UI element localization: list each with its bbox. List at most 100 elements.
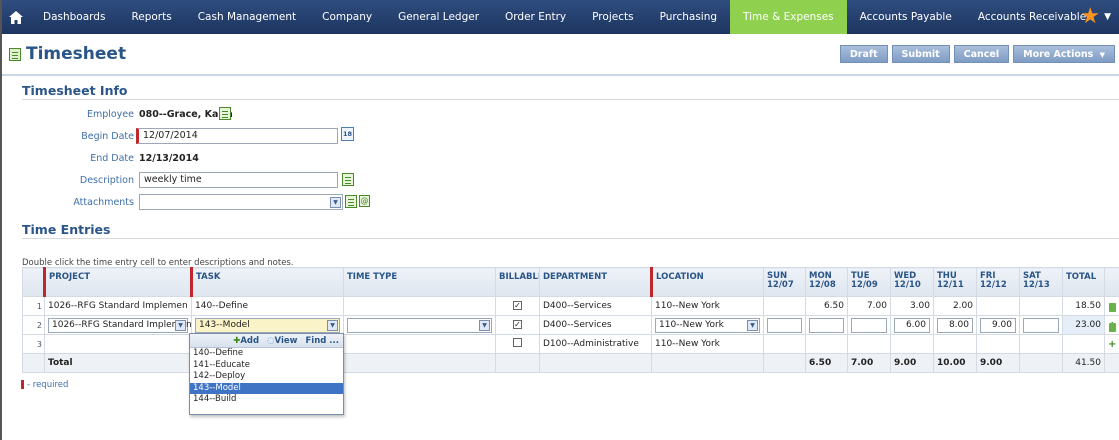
- trash-icon[interactable]: [1109, 303, 1116, 312]
- chevron-down-icon[interactable]: ▼: [479, 319, 490, 331]
- billable-header[interactable]: BILLABLE: [495, 267, 540, 297]
- location-cell[interactable]: 110--New York: [651, 334, 764, 354]
- dropdown-view-button[interactable]: ◌View: [267, 334, 297, 347]
- add-row-icon[interactable]: +: [1108, 339, 1116, 350]
- nav-reports[interactable]: Reports: [118, 0, 184, 34]
- department-cell[interactable]: D100--Administrative: [539, 334, 652, 354]
- task-cell[interactable]: 140--Define: [191, 296, 344, 316]
- hours-input[interactable]: 8.00: [937, 317, 973, 333]
- nav-dashboards[interactable]: Dashboards: [30, 0, 118, 34]
- hours-cell[interactable]: 8.00: [933, 315, 977, 335]
- billable-checkbox[interactable]: ✓: [513, 320, 522, 329]
- time-type-cell[interactable]: [343, 296, 496, 316]
- attachments-select[interactable]: [139, 194, 343, 210]
- billable-checkbox[interactable]: ✓: [513, 301, 522, 310]
- home-button[interactable]: [2, 0, 30, 34]
- time-type-select[interactable]: ▼: [347, 317, 492, 333]
- department-cell[interactable]: D400--Services: [539, 315, 652, 335]
- submit-button[interactable]: Submit: [891, 45, 950, 63]
- hours-cell[interactable]: [1019, 296, 1063, 316]
- more-actions-button[interactable]: More Actions ▼: [1013, 45, 1115, 63]
- project-header[interactable]: PROJECT: [43, 267, 192, 297]
- hours-input[interactable]: 6.00: [894, 317, 930, 333]
- day-header-thu[interactable]: THU 12/11: [933, 267, 977, 297]
- hours-cell[interactable]: 2.00: [933, 296, 977, 316]
- time-type-cell[interactable]: [343, 334, 496, 354]
- hours-cell[interactable]: [805, 334, 848, 354]
- day-header-sun[interactable]: SUN 12/07: [763, 267, 806, 297]
- add-attachment-icon[interactable]: @: [359, 195, 370, 207]
- billable-cell[interactable]: [495, 334, 540, 354]
- department-header[interactable]: DEPARTMENT: [539, 267, 652, 297]
- billable-cell[interactable]: ✓: [495, 296, 540, 316]
- location-header[interactable]: LOCATION: [650, 267, 764, 297]
- hours-cell[interactable]: [976, 334, 1020, 354]
- hours-cell[interactable]: 7.00: [847, 296, 891, 316]
- dropdown-find-button[interactable]: Find ...: [305, 334, 339, 347]
- dropdown-option[interactable]: 140--Define: [190, 348, 343, 360]
- hours-input[interactable]: [809, 317, 844, 333]
- day-header-mon[interactable]: MON 12/08: [805, 267, 848, 297]
- dropdown-option[interactable]: 141--Educate: [190, 360, 343, 372]
- department-cell[interactable]: D400--Services: [539, 296, 652, 316]
- begin-date-input[interactable]: 12/07/2014: [136, 128, 338, 144]
- task-select[interactable]: 143--Model ▼: [195, 317, 340, 333]
- chevron-down-icon[interactable]: ▼: [327, 319, 338, 331]
- chevron-down-icon[interactable]: ▼: [747, 319, 758, 331]
- hours-cell[interactable]: [763, 315, 806, 335]
- nav-accounts-receivable[interactable]: Accounts Receivable: [965, 0, 1099, 34]
- hours-input[interactable]: [1023, 317, 1059, 333]
- billable-cell[interactable]: ✓: [495, 315, 540, 335]
- project-cell[interactable]: 1026--RFG Standard Implemen ▼: [44, 315, 192, 335]
- hours-cell[interactable]: [1019, 315, 1063, 335]
- dropdown-option[interactable]: 144--Build: [190, 394, 343, 406]
- day-header-tue[interactable]: TUE 12/09: [847, 267, 891, 297]
- table-row[interactable]: 1 1026--RFG Standard Implemen 140--Defin…: [22, 296, 1119, 316]
- hours-cell[interactable]: [1019, 334, 1063, 354]
- hours-cell[interactable]: [763, 296, 806, 316]
- hours-cell[interactable]: [933, 334, 977, 354]
- cancel-button[interactable]: Cancel: [953, 45, 1010, 63]
- nav-order-entry[interactable]: Order Entry: [492, 0, 579, 34]
- day-header-sat[interactable]: SAT 12/13: [1019, 267, 1063, 297]
- nav-projects[interactable]: Projects: [579, 0, 646, 34]
- calendar-icon[interactable]: 18: [341, 127, 354, 141]
- table-row[interactable]: 2 1026--RFG Standard Implemen ▼ 143--Mode…: [22, 315, 1119, 335]
- location-cell[interactable]: 110--New York: [651, 296, 764, 316]
- hours-cell[interactable]: [805, 315, 848, 335]
- hours-cell[interactable]: 6.50: [805, 296, 848, 316]
- favorites-menu[interactable]: ★ ▼: [1080, 0, 1111, 34]
- billable-checkbox[interactable]: [513, 338, 522, 347]
- hours-cell[interactable]: 6.00: [890, 315, 934, 335]
- hours-input[interactable]: [767, 317, 802, 333]
- table-row[interactable]: 3 D100--Administrative 110--New York +: [22, 334, 1119, 354]
- dropdown-add-button[interactable]: ✚Add: [233, 334, 259, 347]
- hours-input[interactable]: [851, 317, 887, 333]
- notes-icon[interactable]: [342, 173, 354, 186]
- trash-icon[interactable]: [1109, 323, 1116, 332]
- location-select[interactable]: 110--New York ▼: [655, 317, 760, 333]
- project-cell[interactable]: 1026--RFG Standard Implemen: [44, 296, 192, 316]
- draft-button[interactable]: Draft: [839, 45, 888, 63]
- nav-accounts-payable[interactable]: Accounts Payable: [847, 0, 965, 34]
- time-type-cell[interactable]: ▼: [343, 315, 496, 335]
- time-type-header[interactable]: TIME TYPE: [343, 267, 496, 297]
- nav-company[interactable]: Company: [309, 0, 385, 34]
- day-header-wed[interactable]: WED 12/10: [890, 267, 934, 297]
- total-header[interactable]: TOTAL: [1062, 267, 1105, 297]
- location-cell[interactable]: 110--New York ▼: [651, 315, 764, 335]
- task-cell[interactable]: 143--Model ▼: [191, 315, 344, 335]
- dropdown-option-selected[interactable]: 143--Model: [190, 382, 343, 394]
- hours-input[interactable]: 9.00: [980, 317, 1016, 333]
- dropdown-option[interactable]: 142--Deploy: [190, 371, 343, 383]
- chevron-down-icon[interactable]: ▼: [330, 197, 341, 208]
- nav-cash-management[interactable]: Cash Management: [185, 0, 309, 34]
- hours-cell[interactable]: [976, 296, 1020, 316]
- hours-cell[interactable]: [763, 334, 806, 354]
- employee-lookup-icon[interactable]: [219, 107, 231, 120]
- hours-cell[interactable]: 3.00: [890, 296, 934, 316]
- hours-cell[interactable]: 9.00: [976, 315, 1020, 335]
- nav-time-expenses[interactable]: Time & Expenses: [730, 0, 847, 34]
- chevron-down-icon[interactable]: ▼: [175, 319, 186, 331]
- nav-general-ledger[interactable]: General Ledger: [385, 0, 492, 34]
